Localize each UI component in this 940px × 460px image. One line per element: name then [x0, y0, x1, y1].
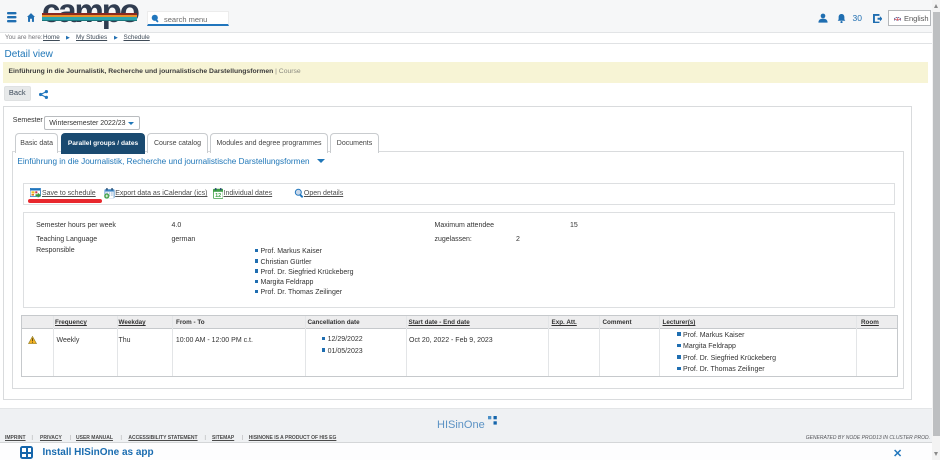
svg-text:12: 12	[215, 193, 221, 199]
